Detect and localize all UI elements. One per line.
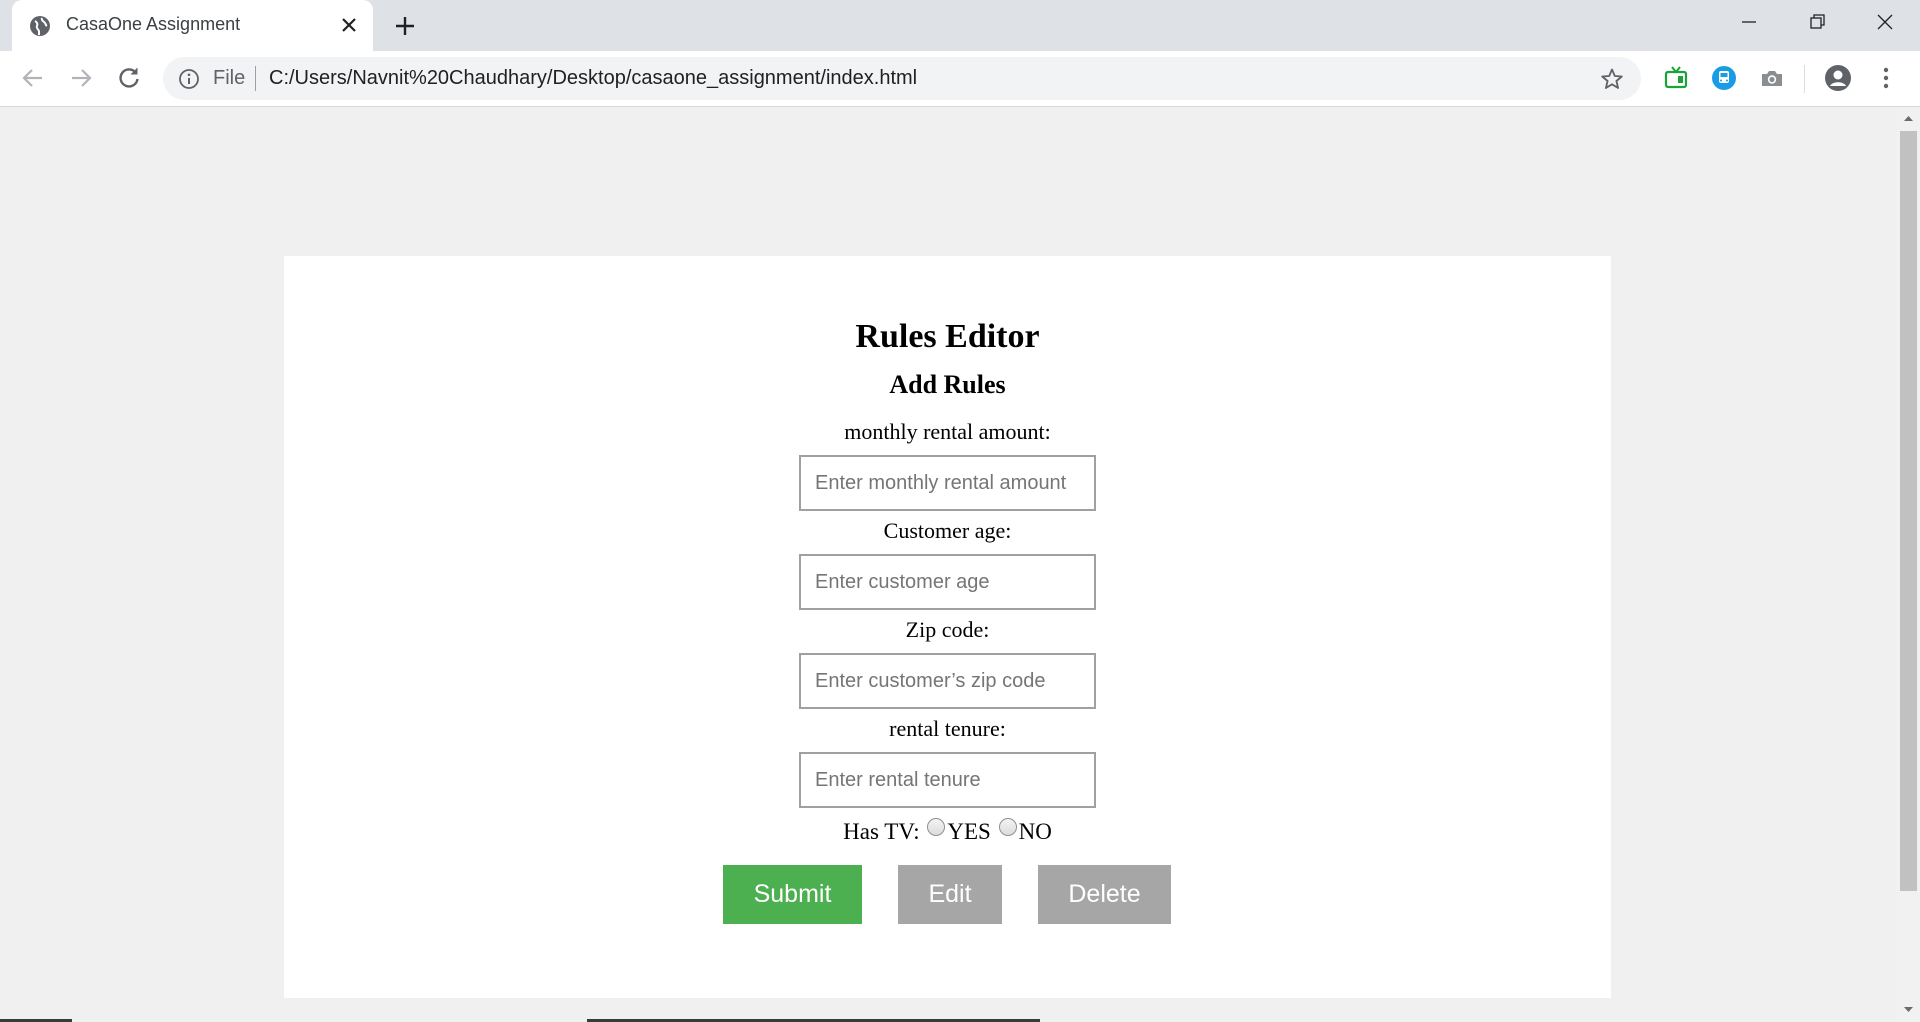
monthly-rental-input[interactable] [799,455,1096,511]
globe-icon [30,16,50,36]
browser-toolbar: File C:/Users/Navnit%20Chaudhary/Desktop… [0,51,1920,107]
has-tv-no-label: NO [1018,819,1052,844]
customer-age-label: Customer age: [883,518,1012,543]
address-separator [255,66,256,91]
info-icon[interactable] [178,68,200,90]
close-icon[interactable] [338,14,360,36]
star-icon[interactable] [1600,67,1624,91]
tab-strip: CasaOne Assignment [0,0,1920,51]
delete-button[interactable]: Delete [1038,865,1171,924]
back-arrow-icon[interactable] [19,64,47,92]
tv-extension-icon[interactable] [1662,64,1690,92]
scroll-up-icon[interactable] [1903,113,1914,124]
zip-code-input[interactable] [799,653,1096,709]
bus-extension-icon[interactable] [1710,64,1738,92]
camera-extension-icon[interactable] [1758,64,1786,92]
window-close-button[interactable] [1851,0,1919,44]
has-tv-group: Has TV: YES NO [284,818,1611,846]
monthly-rental-label: monthly rental amount: [844,419,1051,444]
edit-button[interactable]: Edit [898,865,1002,924]
scrollbar-thumb[interactable] [1900,131,1917,891]
forward-arrow-icon[interactable] [67,64,95,92]
has-tv-yes-label: YES [947,819,991,844]
toolbar-divider [1804,65,1805,93]
rental-tenure-input[interactable] [799,752,1096,808]
section-title: Add Rules [889,370,1006,399]
address-bar[interactable]: File C:/Users/Navnit%20Chaudhary/Desktop… [163,57,1641,100]
account-icon[interactable] [1824,64,1852,92]
reload-icon[interactable] [115,64,143,92]
rental-tenure-label: rental tenure: [889,716,1006,741]
plus-icon[interactable] [392,13,418,39]
zip-code-label: Zip code: [905,617,990,642]
address-scheme-label: File [213,67,246,89]
kebab-menu-icon[interactable] [1872,64,1900,92]
browser-tab[interactable]: CasaOne Assignment [12,0,373,51]
minimize-icon [1742,21,1756,23]
vertical-scrollbar[interactable] [1897,107,1920,1022]
address-url[interactable]: C:/Users/Navnit%20Chaudhary/Desktop/casa… [269,67,917,90]
has-tv-label: Has TV: [843,819,920,844]
close-icon [1877,14,1893,30]
customer-age-input[interactable] [799,554,1096,610]
restore-icon [1810,14,1825,29]
submit-button[interactable]: Submit [723,865,862,924]
tab-title: CasaOne Assignment [66,14,241,34]
minimize-button[interactable] [1715,0,1783,44]
has-tv-no-radio[interactable] [998,818,1017,836]
restore-button[interactable] [1783,0,1851,44]
scroll-down-icon[interactable] [1903,1004,1914,1015]
has-tv-yes-radio[interactable] [927,818,946,836]
page-title: Rules Editor [855,318,1040,355]
